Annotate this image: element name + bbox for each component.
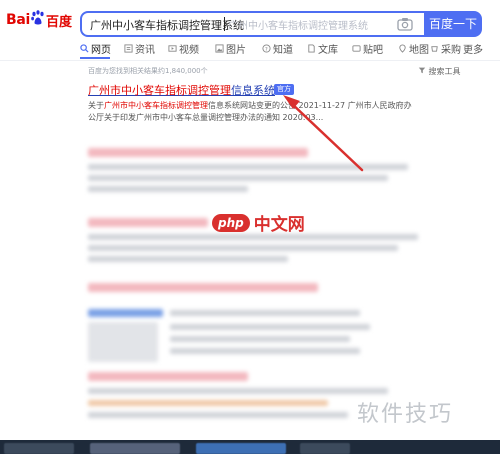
search-input[interactable]: 广州中小客车指标调控管理系统 广州中小客车指标调控管理系统: [80, 11, 424, 37]
desc-highlight: 广州市中小客车指标调控管理: [104, 101, 208, 110]
result-title-link[interactable]: 广州市中小客车指标调控管理信息系统: [88, 82, 275, 98]
map-icon: [399, 44, 406, 53]
blurred-text: [170, 310, 360, 316]
video-icon: [168, 45, 177, 52]
result-title-rest: 信息系统: [231, 84, 275, 97]
result-title-highlight: 广州市中小客车指标调控管理: [88, 84, 231, 97]
watermark-cn: 中文网: [253, 215, 305, 235]
desc-prefix: 关于: [88, 101, 104, 110]
tab-label: 图片: [226, 45, 246, 56]
blurred-text: [88, 412, 348, 418]
blurred-title: [88, 218, 208, 227]
divider: [0, 60, 500, 61]
blurred-text: [88, 400, 328, 406]
search-query-text: 广州中小客车指标调控管理系统: [90, 19, 244, 32]
tab-label: 视频: [179, 45, 199, 56]
search-suggestion-text: 广州中小客车指标调控管理系统: [228, 21, 368, 32]
results-count: 百度为您找到相关结果约1,840,000个: [88, 67, 208, 75]
svg-text:?: ?: [265, 47, 268, 53]
blurred-title: [88, 283, 318, 292]
knowledge-icon: ?: [262, 44, 271, 53]
blurred-text: [170, 348, 360, 354]
paw-icon: [31, 10, 45, 30]
logo-text-du: 百度: [46, 14, 73, 30]
blurred-text: [88, 245, 398, 251]
doc-icon: [308, 44, 315, 53]
blurred-text: [88, 164, 408, 170]
taskbar-item[interactable]: [90, 443, 180, 454]
search-button[interactable]: 百度一下: [424, 11, 482, 37]
search-icon: [80, 44, 89, 53]
blurred-text: [88, 186, 248, 192]
tab-zhidao[interactable]: ? 知道: [262, 41, 293, 56]
tab-map[interactable]: 地图: [398, 41, 429, 56]
blurred-title: [88, 372, 248, 381]
tieba-icon: [352, 45, 361, 52]
filter-icon: [418, 67, 426, 74]
tab-label: 地图: [409, 45, 429, 56]
blurred-link: [88, 309, 163, 317]
watermark-bottom: 软件技巧: [357, 402, 454, 427]
news-icon: [124, 44, 133, 53]
blurred-title: [88, 148, 308, 157]
tab-video[interactable]: 视频: [168, 41, 199, 56]
taskbar-item[interactable]: [4, 443, 74, 454]
shopping-icon: [431, 46, 438, 52]
php-watermark: php 中文网: [212, 210, 305, 235]
image-icon: [215, 44, 224, 53]
tab-news[interactable]: 资讯: [124, 41, 155, 56]
tab-web[interactable]: 网页: [80, 41, 111, 56]
camera-icon[interactable]: [397, 16, 413, 31]
blurred-thumbnail: [88, 322, 158, 362]
text-cursor: [224, 17, 225, 31]
logo-text-bai: Bai: [6, 12, 31, 28]
watermark-php: php: [212, 213, 250, 232]
tab-label: 采购: [441, 45, 461, 56]
active-tab-indicator: [80, 57, 110, 59]
blurred-text: [88, 256, 288, 262]
blurred-text: [170, 336, 350, 342]
tab-more[interactable]: 更多: [463, 41, 483, 56]
tab-tieba[interactable]: 贴吧: [352, 41, 383, 56]
taskbar-item[interactable]: [300, 443, 350, 454]
blurred-text: [88, 388, 388, 394]
search-tools-label: 搜索工具: [428, 67, 461, 76]
search-tabs: 网页 资讯 视频 图片 ? 知道 文库 贴吧 地图 采购 更多: [80, 41, 490, 57]
tab-shopping[interactable]: 采购: [430, 41, 461, 56]
tab-wenku[interactable]: 文库: [307, 41, 338, 56]
search-tools-button[interactable]: 搜索工具: [418, 66, 461, 77]
tab-label: 文库: [318, 45, 338, 56]
tab-label: 网页: [91, 45, 111, 56]
tab-label: 更多: [463, 45, 483, 56]
top-bar: Bai 百度 广州中小客车指标调控管理系统 广州中小客车指标调控管理系统 百度一…: [0, 0, 500, 40]
blurred-text: [88, 175, 388, 181]
tab-images[interactable]: 图片: [215, 41, 246, 56]
tab-label: 知道: [273, 45, 293, 56]
result-description: 关于广州市中小客车指标调控管理信息系统网站变更的公告 2021-11-27 广州…: [88, 100, 418, 124]
tab-label: 资讯: [135, 45, 155, 56]
baidu-logo[interactable]: Bai 百度: [6, 9, 72, 31]
blurred-text: [170, 324, 370, 330]
tab-label: 贴吧: [363, 45, 383, 56]
official-badge: 官方: [274, 84, 294, 95]
taskbar-item[interactable]: [196, 443, 286, 454]
